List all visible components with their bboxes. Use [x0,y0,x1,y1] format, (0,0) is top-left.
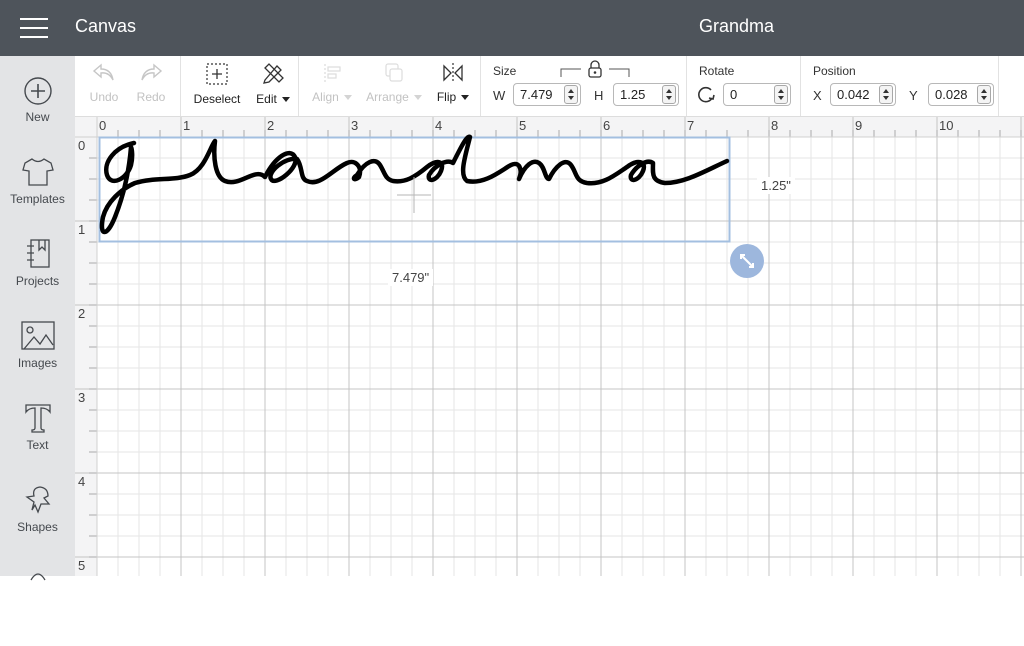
design-canvas[interactable]: 0 1 2 3 4 5 6 7 8 9 10 012345 1.25" 7.479" [75,117,1024,576]
shapes-icon [24,486,50,514]
sidebar-item-new[interactable]: New [0,76,75,156]
sidebar-item-templates[interactable]: Templates [0,156,75,236]
align-dropdown[interactable]: Align [307,56,357,116]
grandma-text-object[interactable] [75,117,1024,576]
width-readout: 7.479" [388,269,434,286]
tshirt-icon [21,158,54,186]
y-input[interactable] [929,84,977,105]
text-t-icon [24,404,51,433]
flip-dropdown[interactable]: Flip [431,56,475,116]
caret-down-icon [281,97,290,103]
height-stepper[interactable] [662,85,676,104]
sidebar-item-text[interactable]: Text [0,402,75,482]
lock-icon[interactable] [559,59,631,79]
redo-button[interactable]: Redo [131,56,171,116]
flip-icon [443,63,463,83]
sidebar-item-more[interactable] [0,566,75,646]
rotate-field[interactable] [723,83,791,106]
sidebar-item-projects[interactable]: Projects [0,238,75,318]
arrange-group: Align Arrange Flip [299,56,481,116]
position-group: Position X Y [801,56,999,116]
deselect-button[interactable]: Deselect [189,56,245,116]
x-stepper[interactable] [879,85,893,104]
width-field[interactable] [513,83,581,106]
arrange-icon [385,63,403,82]
size-title: Size [493,64,517,78]
height-field[interactable] [613,83,679,106]
y-stepper[interactable] [977,85,991,104]
align-icon [324,64,341,82]
notebook-icon [26,239,50,268]
rotate-input[interactable] [724,84,774,105]
selection-group: Deselect Edit [181,56,299,116]
y-label: Y [909,88,918,103]
x-input[interactable] [831,84,879,105]
sidebar-label: Text [26,438,49,452]
sidebar-label: Projects [15,274,60,288]
caret-down-icon [343,95,352,101]
rotate-title: Rotate [699,64,735,78]
sidebar-label: Templates [10,192,65,206]
resize-arrows-icon [740,254,754,268]
redo-icon [141,63,163,81]
image-icon [20,321,55,350]
width-label: W [493,88,506,103]
left-sidebar: New Templates Projects Images Text Shape… [0,56,75,581]
top-bar: Canvas Grandma [0,0,1024,56]
history-group: Undo Redo [75,56,181,116]
deselect-icon [206,63,228,85]
undo-icon [92,63,114,81]
rotate-stepper[interactable] [774,85,788,104]
sidebar-item-images[interactable]: Images [0,320,75,400]
sidebar-label: Shapes [17,520,58,534]
edit-dropdown[interactable]: Edit [251,56,295,116]
position-title: Position [813,64,856,78]
sidebar-item-shapes[interactable]: Shapes [0,484,75,564]
sidebar-label: Images [17,356,58,370]
rotate-icon [698,86,715,103]
partial-icon [29,573,46,581]
toolbar: Undo Redo Deselect Edit Align Arrange Fl… [75,56,1024,117]
height-input[interactable] [614,84,662,105]
size-group: Size W H [481,56,687,116]
resize-handle[interactable] [730,244,764,278]
caret-down-icon [461,95,470,101]
rotate-group: Rotate [687,56,801,116]
x-field[interactable] [830,83,896,106]
app-title: Canvas [75,16,137,36]
height-readout: 1.25" [757,177,795,194]
height-label: H [594,88,604,103]
plus-circle-icon [23,77,52,105]
pencil-ruler-icon [263,63,284,84]
width-input[interactable] [514,84,564,105]
sidebar-label: New [25,110,50,124]
x-label: X [813,88,822,103]
undo-button[interactable]: Undo [83,56,125,116]
y-field[interactable] [928,83,994,106]
width-stepper[interactable] [564,85,578,104]
caret-down-icon [413,95,422,101]
arrange-dropdown[interactable]: Arrange [361,56,427,116]
document-title[interactable]: Grandma [699,16,774,37]
menu-hamburger-icon[interactable] [20,18,48,38]
